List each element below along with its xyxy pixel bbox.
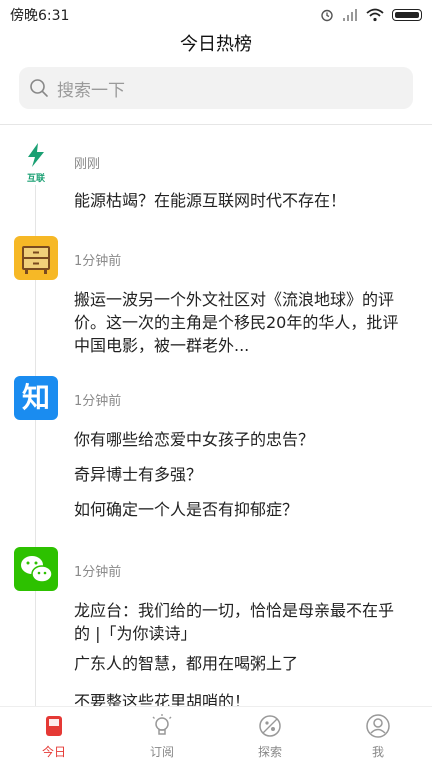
tab-subscribe[interactable]: 订阅 (108, 707, 216, 768)
tab-me[interactable]: 我 (324, 707, 432, 768)
today-icon (46, 716, 62, 736)
headline[interactable]: 奇异博士有多强？ (74, 463, 404, 486)
search-icon (30, 79, 48, 97)
status-icons (320, 8, 422, 22)
lightbulb-icon (152, 714, 172, 735)
planet-icon (259, 715, 281, 737)
lightning-icon[interactable]: 互联 (14, 141, 58, 185)
alarm-icon (321, 9, 333, 22)
battery-icon (392, 9, 422, 21)
item-time: 1分钟前 (74, 565, 122, 580)
search-placeholder: 搜索一下 (57, 80, 125, 101)
signal-icon (343, 9, 357, 21)
headline[interactable]: 能源枯竭？在能源互联网时代不存在！ (74, 189, 404, 212)
wechat-icon[interactable] (14, 547, 58, 591)
page-title: 今日热榜 (180, 34, 252, 55)
tab-label: 探索 (257, 745, 282, 759)
item-time: 1分钟前 (74, 254, 122, 269)
zhihu-icon[interactable]: 知 (14, 376, 58, 420)
tab-label: 订阅 (149, 745, 174, 759)
item-time: 1分钟前 (74, 394, 122, 409)
headline[interactable]: 广东人的智慧，都用在喝粥上了 (74, 652, 404, 675)
headline[interactable]: 不要整这些花里胡哨的！ (74, 690, 404, 707)
headline[interactable]: 龙应台：我们给的一切，恰恰是母亲最不在乎的 |「为你读诗」 (74, 599, 404, 645)
user-icon (366, 714, 390, 738)
source-label: 互联 (26, 174, 45, 184)
status-bar: 傍晚6:31 (0, 0, 432, 30)
tab-label: 我 (371, 745, 384, 759)
headline[interactable]: 你有哪些给恋爱中女孩子的忠告？ (74, 428, 404, 451)
item-time: 刚刚 (74, 157, 101, 172)
drawer-cabinet-icon[interactable] (14, 236, 58, 280)
wifi-icon (366, 8, 384, 22)
tab-label: 今日 (41, 745, 66, 759)
tab-explore[interactable]: 探索 (216, 707, 324, 768)
feed-list[interactable]: 互联 刚刚 能源枯竭？在能源互联网时代不存在！ 1分钟前 搬运一波另一个外文社区… (0, 125, 432, 707)
search-input[interactable]: 搜索一下 (19, 67, 413, 109)
bottom-tab-bar: 今日 订阅 探索 我 (0, 706, 432, 768)
headline[interactable]: 如何确定一个人是否有抑郁症？ (74, 498, 404, 521)
tab-today[interactable]: 今日 (0, 707, 108, 768)
source-label: 知 (21, 381, 50, 414)
headline[interactable]: 搬运一波另一个外文社区对《流浪地球》的评价。这一次的主角是个移民20年的华人，批… (74, 288, 404, 357)
status-time: 傍晚6:31 (10, 8, 70, 24)
